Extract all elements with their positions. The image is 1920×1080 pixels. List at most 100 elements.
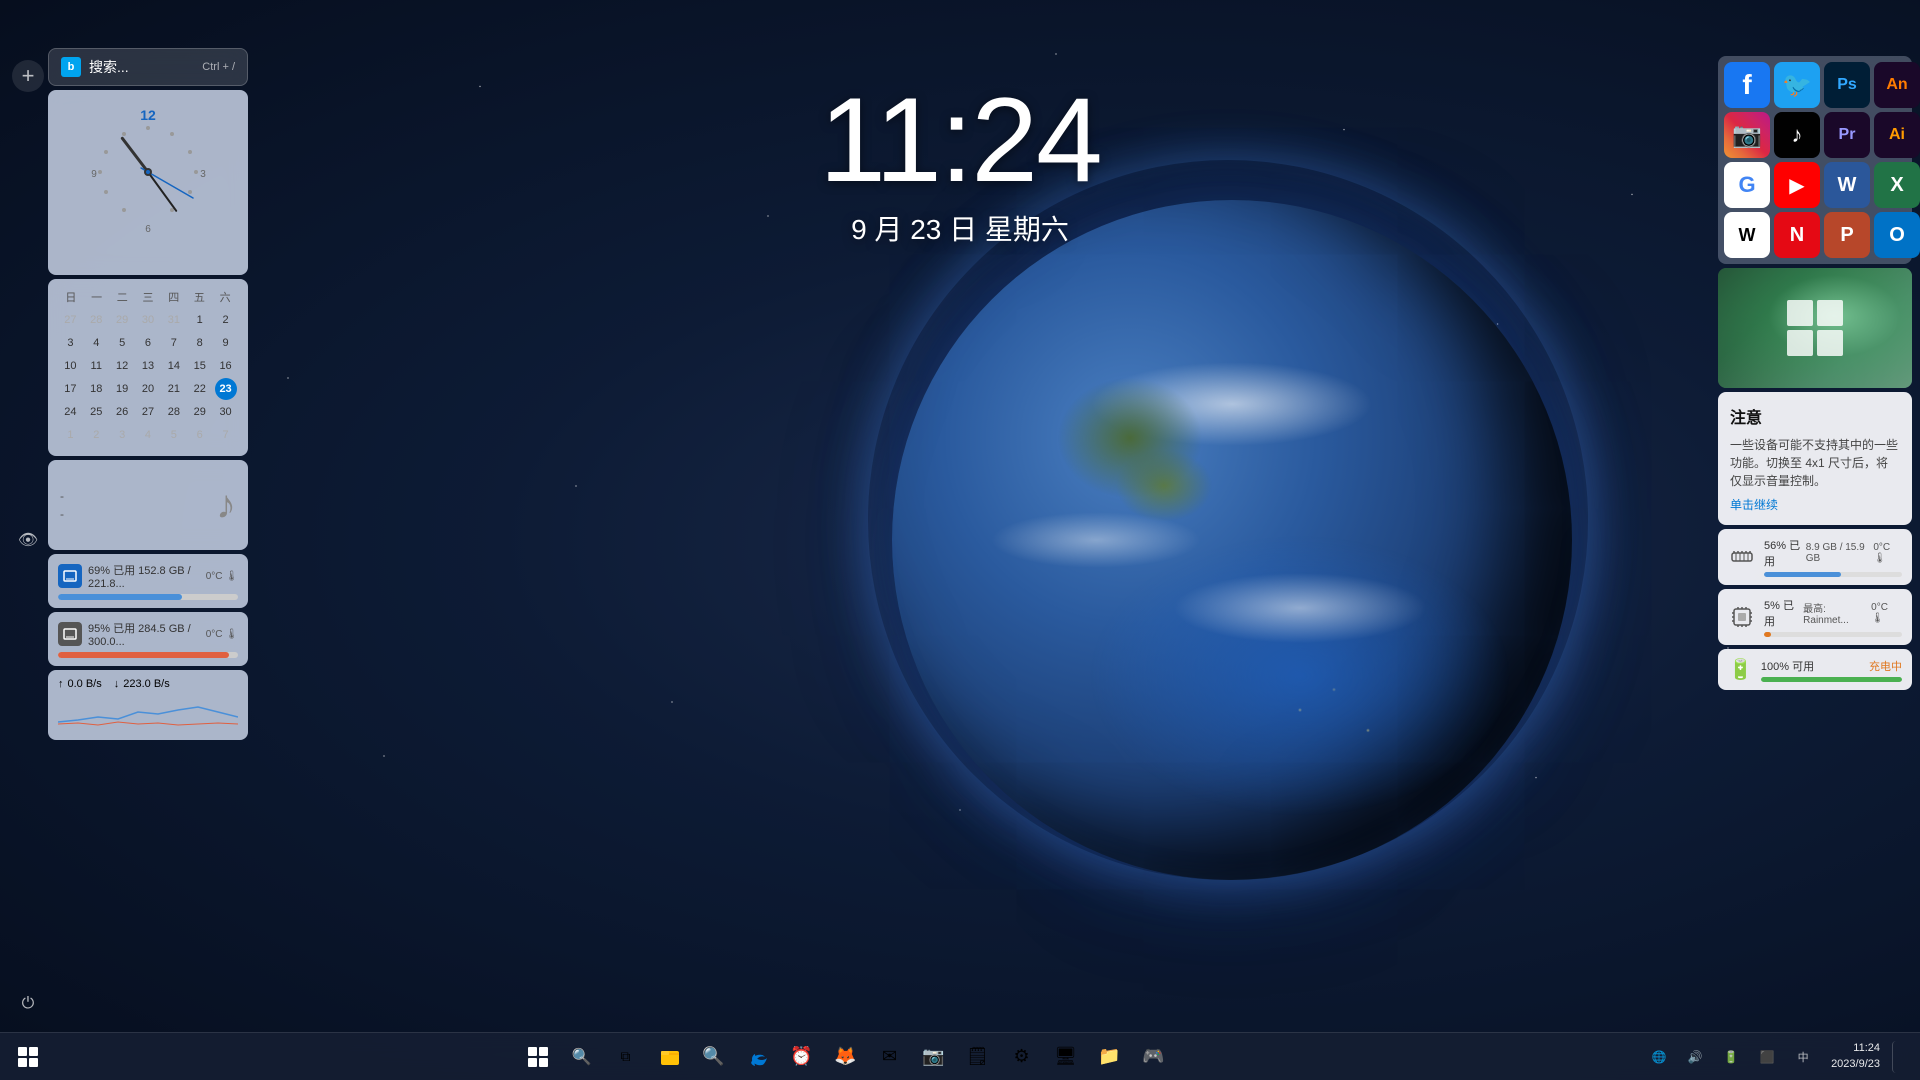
outlook-icon[interactable]: O bbox=[1874, 212, 1920, 258]
add-widget-button[interactable]: + bbox=[12, 60, 44, 92]
wallpaper-preview[interactable] bbox=[1718, 268, 1912, 388]
instagram-icon[interactable]: 📷 bbox=[1724, 112, 1770, 158]
show-desktop[interactable] bbox=[1892, 1041, 1904, 1073]
cal-today[interactable]: 23 bbox=[215, 378, 237, 400]
cal-day[interactable]: 17 bbox=[59, 378, 81, 400]
powerpoint-icon[interactable]: P bbox=[1824, 212, 1870, 258]
cal-day[interactable]: 16 bbox=[215, 355, 237, 377]
google-icon[interactable]: G bbox=[1724, 162, 1770, 208]
taskbar-search[interactable]: 🔍 bbox=[562, 1037, 602, 1077]
cal-day[interactable]: 2 bbox=[85, 424, 107, 446]
taskbar-folder[interactable]: 📁 bbox=[1090, 1037, 1130, 1077]
taskbar-settings-app[interactable]: ⚙ bbox=[1002, 1037, 1042, 1077]
tray-network[interactable]: 🌐 bbox=[1643, 1041, 1675, 1073]
cal-day[interactable]: 25 bbox=[85, 401, 107, 423]
cpu-temp: 0°C 🌡 bbox=[1871, 602, 1902, 624]
youtube-icon[interactable]: ▶ bbox=[1774, 162, 1820, 208]
netflix-icon[interactable]: N bbox=[1774, 212, 1820, 258]
taskbar-clock-app[interactable]: ⏰ bbox=[782, 1037, 822, 1077]
tray-volume[interactable]: 🔊 bbox=[1679, 1041, 1711, 1073]
cal-day[interactable]: 31 bbox=[163, 309, 185, 331]
cal-day[interactable]: 5 bbox=[111, 332, 133, 354]
facebook-icon[interactable]: f bbox=[1724, 62, 1770, 108]
tray-color[interactable]: ⬛ bbox=[1751, 1041, 1783, 1073]
cal-day[interactable]: 24 bbox=[59, 401, 81, 423]
taskbar-game[interactable]: 🎮 bbox=[1134, 1037, 1174, 1077]
cal-day[interactable]: 27 bbox=[59, 309, 81, 331]
cal-day[interactable]: 6 bbox=[189, 424, 211, 446]
cal-sun: 日 bbox=[58, 289, 84, 305]
network-download-label: ↓ bbox=[114, 678, 120, 690]
taskbar-email[interactable]: ✉ bbox=[870, 1037, 910, 1077]
taskbar-time: 11:24 bbox=[1831, 1041, 1880, 1056]
cal-day[interactable]: 7 bbox=[163, 332, 185, 354]
search-bar[interactable]: b 搜索... Ctrl + / bbox=[48, 48, 248, 86]
cal-day[interactable]: 9 bbox=[215, 332, 237, 354]
cal-day[interactable]: 8 bbox=[189, 332, 211, 354]
cal-day[interactable]: 18 bbox=[85, 378, 107, 400]
notice-link[interactable]: 单击继续 bbox=[1730, 496, 1900, 513]
cal-day[interactable]: 27 bbox=[137, 401, 159, 423]
word-icon[interactable]: W bbox=[1824, 162, 1870, 208]
twitter-icon[interactable]: 🐦 bbox=[1774, 62, 1820, 108]
illustrator-icon[interactable]: Ai bbox=[1874, 112, 1920, 158]
ram-usage-label: 56% 已用 bbox=[1764, 537, 1806, 569]
cal-day[interactable]: 1 bbox=[59, 424, 81, 446]
cal-day[interactable]: 28 bbox=[85, 309, 107, 331]
eye-icon[interactable]: 👁 bbox=[12, 524, 44, 556]
taskbar-start[interactable] bbox=[518, 1037, 558, 1077]
cal-day[interactable]: 29 bbox=[189, 401, 211, 423]
cal-day[interactable]: 30 bbox=[137, 309, 159, 331]
taskbar-monitor[interactable]: 🖥 bbox=[1046, 1037, 1086, 1077]
cal-day[interactable]: 10 bbox=[59, 355, 81, 377]
cpu-bar-fill bbox=[1764, 632, 1771, 637]
taskbar-taskview[interactable]: ⧉ bbox=[606, 1037, 646, 1077]
power-button[interactable]: ⏻ bbox=[12, 988, 44, 1020]
taskbar-file-explorer[interactable] bbox=[650, 1037, 690, 1077]
animate-icon[interactable]: An bbox=[1874, 62, 1920, 108]
cal-day[interactable]: 29 bbox=[111, 309, 133, 331]
taskbar-camera[interactable]: 📷 bbox=[914, 1037, 954, 1077]
tiktok-icon[interactable]: ♪ bbox=[1774, 112, 1820, 158]
cal-day[interactable]: 22 bbox=[189, 378, 211, 400]
taskbar-clock[interactable]: 11:24 2023/9/23 bbox=[1823, 1041, 1888, 1072]
cal-day[interactable]: 12 bbox=[111, 355, 133, 377]
premiere-icon[interactable]: Pr bbox=[1824, 112, 1870, 158]
cal-day[interactable]: 5 bbox=[163, 424, 185, 446]
tray-extra[interactable]: 中 bbox=[1787, 1041, 1819, 1073]
cal-day[interactable]: 1 bbox=[189, 309, 211, 331]
cal-day[interactable]: 6 bbox=[137, 332, 159, 354]
cal-day[interactable]: 26 bbox=[111, 401, 133, 423]
tray-battery[interactable]: 🔋 bbox=[1715, 1041, 1747, 1073]
cal-day[interactable]: 13 bbox=[137, 355, 159, 377]
disk-c-usage: 69% 已用 152.8 GB / 221.8... bbox=[88, 565, 191, 590]
cal-day[interactable]: 4 bbox=[137, 424, 159, 446]
taskbar-edge[interactable] bbox=[738, 1037, 778, 1077]
cal-day[interactable]: 7 bbox=[215, 424, 237, 446]
taskbar-notepad[interactable]: 🗒 bbox=[958, 1037, 998, 1077]
taskbar-left bbox=[8, 1037, 48, 1077]
battery-info: 100% 可用 充电中 bbox=[1761, 658, 1902, 682]
cal-day[interactable]: 30 bbox=[215, 401, 237, 423]
disk-d-bar-bg bbox=[58, 652, 238, 658]
cal-day[interactable]: 28 bbox=[163, 401, 185, 423]
cal-day[interactable]: 21 bbox=[163, 378, 185, 400]
battery-icon: 🔋 bbox=[1728, 657, 1753, 682]
wikipedia-icon[interactable]: W bbox=[1724, 212, 1770, 258]
calendar-header: 日 一 二 三 四 五 六 bbox=[58, 289, 238, 305]
cal-day[interactable]: 15 bbox=[189, 355, 211, 377]
ram-icon bbox=[1728, 543, 1756, 571]
cal-day[interactable]: 3 bbox=[111, 424, 133, 446]
cal-day[interactable]: 19 bbox=[111, 378, 133, 400]
cal-day[interactable]: 4 bbox=[85, 332, 107, 354]
cal-day[interactable]: 11 bbox=[85, 355, 107, 377]
cal-day[interactable]: 14 bbox=[163, 355, 185, 377]
taskbar-search2[interactable]: 🔍 bbox=[694, 1037, 734, 1077]
start-button[interactable] bbox=[8, 1037, 48, 1077]
cal-day[interactable]: 3 bbox=[59, 332, 81, 354]
cal-day[interactable]: 20 bbox=[137, 378, 159, 400]
cal-day[interactable]: 2 bbox=[215, 309, 237, 331]
photoshop-icon[interactable]: Ps bbox=[1824, 62, 1870, 108]
taskbar-firefox[interactable]: 🦊 bbox=[826, 1037, 866, 1077]
excel-icon[interactable]: X bbox=[1874, 162, 1920, 208]
